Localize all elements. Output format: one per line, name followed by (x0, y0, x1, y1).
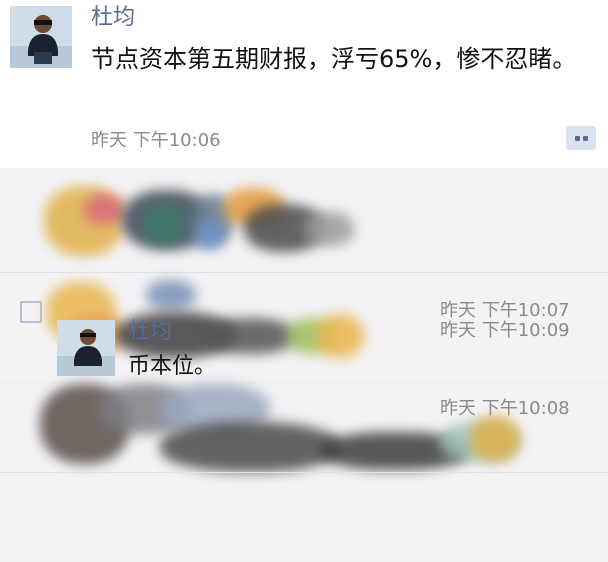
comment-author-avatar[interactable] (57, 320, 115, 376)
author-avatar[interactable] (10, 6, 72, 68)
likes-area (0, 168, 608, 271)
post-text: 节点资本第五期财报，浮亏65%，惨不忍睹。 (91, 45, 577, 73)
avatar-photo (10, 6, 72, 68)
avatar-photo (57, 320, 115, 376)
redacted-comment-2 (40, 376, 520, 478)
comment-text: 币本位。 (128, 354, 217, 379)
post-time: 昨天 下午10:06 (91, 130, 221, 151)
post-author-name[interactable]: 杜均 (91, 3, 135, 33)
redacted-likes (44, 180, 354, 265)
comment-section: 昨天 下午10:07 昨天 下午10:08 杜均 币本位。 昨天 下午10:09 (0, 168, 608, 562)
comment-time: 昨天 下午10:08 (440, 398, 570, 419)
comment-dots-icon[interactable] (566, 126, 596, 150)
divider (0, 472, 608, 473)
comment-author-name[interactable]: 杜均 (128, 317, 172, 347)
divider (0, 272, 608, 273)
comment-time: 昨天 下午10:09 (440, 320, 570, 341)
comment-icon (20, 301, 42, 323)
